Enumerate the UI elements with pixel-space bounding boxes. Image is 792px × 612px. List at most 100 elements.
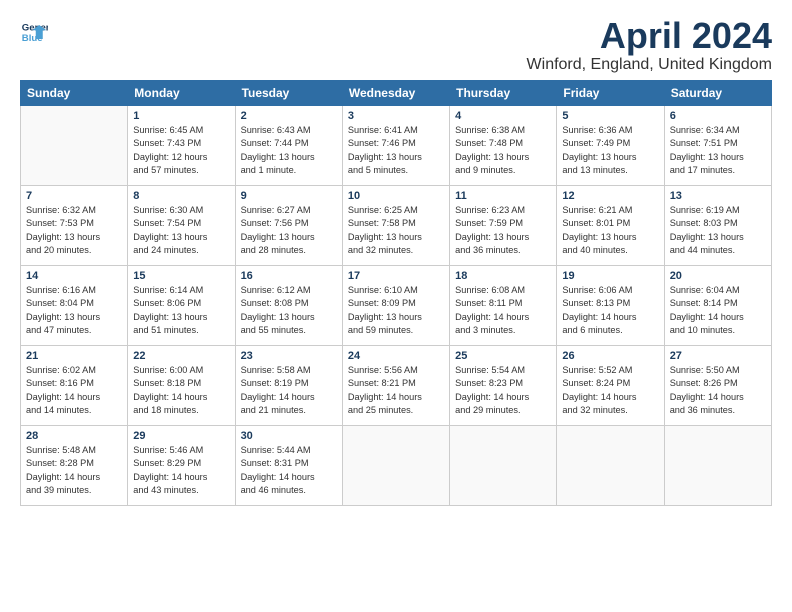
day-info: Sunrise: 6:23 AMSunset: 7:59 PMDaylight:…	[455, 204, 551, 257]
day-number: 24	[348, 350, 444, 362]
day-number: 20	[670, 270, 766, 282]
calendar-week-row: 28 Sunrise: 5:48 AMSunset: 8:28 PMDayligh…	[21, 426, 772, 506]
day-info: Sunrise: 5:46 AMSunset: 8:29 PMDaylight:…	[133, 444, 229, 497]
day-info: Sunrise: 6:38 AMSunset: 7:48 PMDaylight:…	[455, 124, 551, 177]
main-title: April 2024	[527, 18, 772, 54]
day-info: Sunrise: 6:30 AMSunset: 7:54 PMDaylight:…	[133, 204, 229, 257]
calendar-week-row: 21 Sunrise: 6:02 AMSunset: 8:16 PMDayligh…	[21, 346, 772, 426]
day-info: Sunrise: 6:10 AMSunset: 8:09 PMDaylight:…	[348, 284, 444, 337]
calendar-cell: 3Sunrise: 6:41 AMSunset: 7:46 PMDaylight…	[342, 106, 449, 186]
day-info: Sunrise: 6:45 AMSunset: 7:43 PMDaylight:…	[133, 124, 229, 177]
day-number: 21	[26, 350, 122, 362]
day-number: 1	[133, 110, 229, 122]
calendar-cell: 15 Sunrise: 6:14 AMSunset: 8:06 PMDayligh…	[128, 266, 235, 346]
day-number: 23	[241, 350, 337, 362]
day-number: 12	[562, 190, 658, 202]
weekday-header-row: Sunday Monday Tuesday Wednesday Thursday…	[21, 81, 772, 106]
calendar-cell: 6 Sunrise: 6:34 AMSunset: 7:51 PMDaylight…	[664, 106, 771, 186]
logo-icon: General Blue	[20, 18, 48, 46]
calendar-cell: 24 Sunrise: 5:56 AMSunset: 8:21 PMDayligh…	[342, 346, 449, 426]
day-number: 17	[348, 270, 444, 282]
day-number: 27	[670, 350, 766, 362]
day-info: Sunrise: 5:56 AMSunset: 8:21 PMDaylight:…	[348, 364, 444, 417]
day-info: Sunrise: 6:08 AMSunset: 8:11 PMDaylight:…	[455, 284, 551, 337]
calendar-cell: 27 Sunrise: 5:50 AMSunset: 8:26 PMDayligh…	[664, 346, 771, 426]
day-info: Sunrise: 5:48 AMSunset: 8:28 PMDaylight:…	[26, 444, 122, 497]
day-number: 18	[455, 270, 551, 282]
calendar-cell: 10 Sunrise: 6:25 AMSunset: 7:58 PMDayligh…	[342, 186, 449, 266]
day-number: 22	[133, 350, 229, 362]
day-number: 2	[241, 110, 337, 122]
day-number: 26	[562, 350, 658, 362]
calendar-cell	[664, 426, 771, 506]
day-number: 13	[670, 190, 766, 202]
day-info: Sunrise: 6:16 AMSunset: 8:04 PMDaylight:…	[26, 284, 122, 337]
calendar-cell	[450, 426, 557, 506]
logo: General Blue	[20, 18, 48, 46]
calendar-cell: 18 Sunrise: 6:08 AMSunset: 8:11 PMDayligh…	[450, 266, 557, 346]
day-info: Sunrise: 6:43 AMSunset: 7:44 PMDaylight:…	[241, 124, 337, 177]
page: General Blue April 2024 Winford, England…	[0, 0, 792, 516]
calendar-cell: 29 Sunrise: 5:46 AMSunset: 8:29 PMDayligh…	[128, 426, 235, 506]
calendar-cell: 19 Sunrise: 6:06 AMSunset: 8:13 PMDayligh…	[557, 266, 664, 346]
calendar-cell: 11 Sunrise: 6:23 AMSunset: 7:59 PMDayligh…	[450, 186, 557, 266]
day-number: 3	[348, 110, 444, 122]
day-number: 9	[241, 190, 337, 202]
day-number: 5	[562, 110, 658, 122]
calendar-cell: 16 Sunrise: 6:12 AMSunset: 8:08 PMDayligh…	[235, 266, 342, 346]
day-info: Sunrise: 6:02 AMSunset: 8:16 PMDaylight:…	[26, 364, 122, 417]
calendar-cell	[557, 426, 664, 506]
calendar-cell: 7Sunrise: 6:32 AMSunset: 7:53 PMDaylight…	[21, 186, 128, 266]
day-number: 16	[241, 270, 337, 282]
day-info: Sunrise: 6:06 AMSunset: 8:13 PMDaylight:…	[562, 284, 658, 337]
day-info: Sunrise: 5:58 AMSunset: 8:19 PMDaylight:…	[241, 364, 337, 417]
subtitle: Winford, England, United Kingdom	[527, 56, 772, 74]
calendar-cell	[342, 426, 449, 506]
day-info: Sunrise: 6:34 AMSunset: 7:51 PMDaylight:…	[670, 124, 766, 177]
day-number: 29	[133, 430, 229, 442]
day-info: Sunrise: 5:52 AMSunset: 8:24 PMDaylight:…	[562, 364, 658, 417]
calendar-cell: 13 Sunrise: 6:19 AMSunset: 8:03 PMDayligh…	[664, 186, 771, 266]
calendar-cell: 8 Sunrise: 6:30 AMSunset: 7:54 PMDaylight…	[128, 186, 235, 266]
day-info: Sunrise: 5:54 AMSunset: 8:23 PMDaylight:…	[455, 364, 551, 417]
calendar-week-row: 7Sunrise: 6:32 AMSunset: 7:53 PMDaylight…	[21, 186, 772, 266]
day-number: 15	[133, 270, 229, 282]
calendar-cell: 28 Sunrise: 5:48 AMSunset: 8:28 PMDayligh…	[21, 426, 128, 506]
header-friday: Friday	[557, 81, 664, 106]
calendar-cell: 21 Sunrise: 6:02 AMSunset: 8:16 PMDayligh…	[21, 346, 128, 426]
day-info: Sunrise: 6:25 AMSunset: 7:58 PMDaylight:…	[348, 204, 444, 257]
calendar-week-row: 1 Sunrise: 6:45 AMSunset: 7:43 PMDaylight…	[21, 106, 772, 186]
title-block: April 2024 Winford, England, United King…	[527, 18, 772, 74]
day-info: Sunrise: 6:00 AMSunset: 8:18 PMDaylight:…	[133, 364, 229, 417]
day-info: Sunrise: 5:50 AMSunset: 8:26 PMDaylight:…	[670, 364, 766, 417]
calendar-cell: 2 Sunrise: 6:43 AMSunset: 7:44 PMDaylight…	[235, 106, 342, 186]
calendar-cell: 5 Sunrise: 6:36 AMSunset: 7:49 PMDaylight…	[557, 106, 664, 186]
header-saturday: Saturday	[664, 81, 771, 106]
calendar-week-row: 14 Sunrise: 6:16 AMSunset: 8:04 PMDayligh…	[21, 266, 772, 346]
calendar-cell: 23 Sunrise: 5:58 AMSunset: 8:19 PMDayligh…	[235, 346, 342, 426]
day-number: 8	[133, 190, 229, 202]
calendar-cell: 30Sunrise: 5:44 AMSunset: 8:31 PMDayligh…	[235, 426, 342, 506]
calendar-cell: 26 Sunrise: 5:52 AMSunset: 8:24 PMDayligh…	[557, 346, 664, 426]
day-number: 25	[455, 350, 551, 362]
day-number: 28	[26, 430, 122, 442]
day-number: 4	[455, 110, 551, 122]
svg-text:General: General	[22, 22, 48, 33]
header-thursday: Thursday	[450, 81, 557, 106]
calendar-cell: 12Sunrise: 6:21 AMSunset: 8:01 PMDayligh…	[557, 186, 664, 266]
day-number: 14	[26, 270, 122, 282]
day-number: 7	[26, 190, 122, 202]
header: General Blue April 2024 Winford, England…	[20, 18, 772, 74]
day-info: Sunrise: 6:14 AMSunset: 8:06 PMDaylight:…	[133, 284, 229, 337]
day-number: 6	[670, 110, 766, 122]
calendar-cell: 22 Sunrise: 6:00 AMSunset: 8:18 PMDayligh…	[128, 346, 235, 426]
day-info: Sunrise: 6:12 AMSunset: 8:08 PMDaylight:…	[241, 284, 337, 337]
day-info: Sunrise: 6:36 AMSunset: 7:49 PMDaylight:…	[562, 124, 658, 177]
day-number: 10	[348, 190, 444, 202]
day-info: Sunrise: 6:19 AMSunset: 8:03 PMDaylight:…	[670, 204, 766, 257]
day-number: 19	[562, 270, 658, 282]
calendar-cell	[21, 106, 128, 186]
day-number: 11	[455, 190, 551, 202]
header-wednesday: Wednesday	[342, 81, 449, 106]
day-info: Sunrise: 6:04 AMSunset: 8:14 PMDaylight:…	[670, 284, 766, 337]
